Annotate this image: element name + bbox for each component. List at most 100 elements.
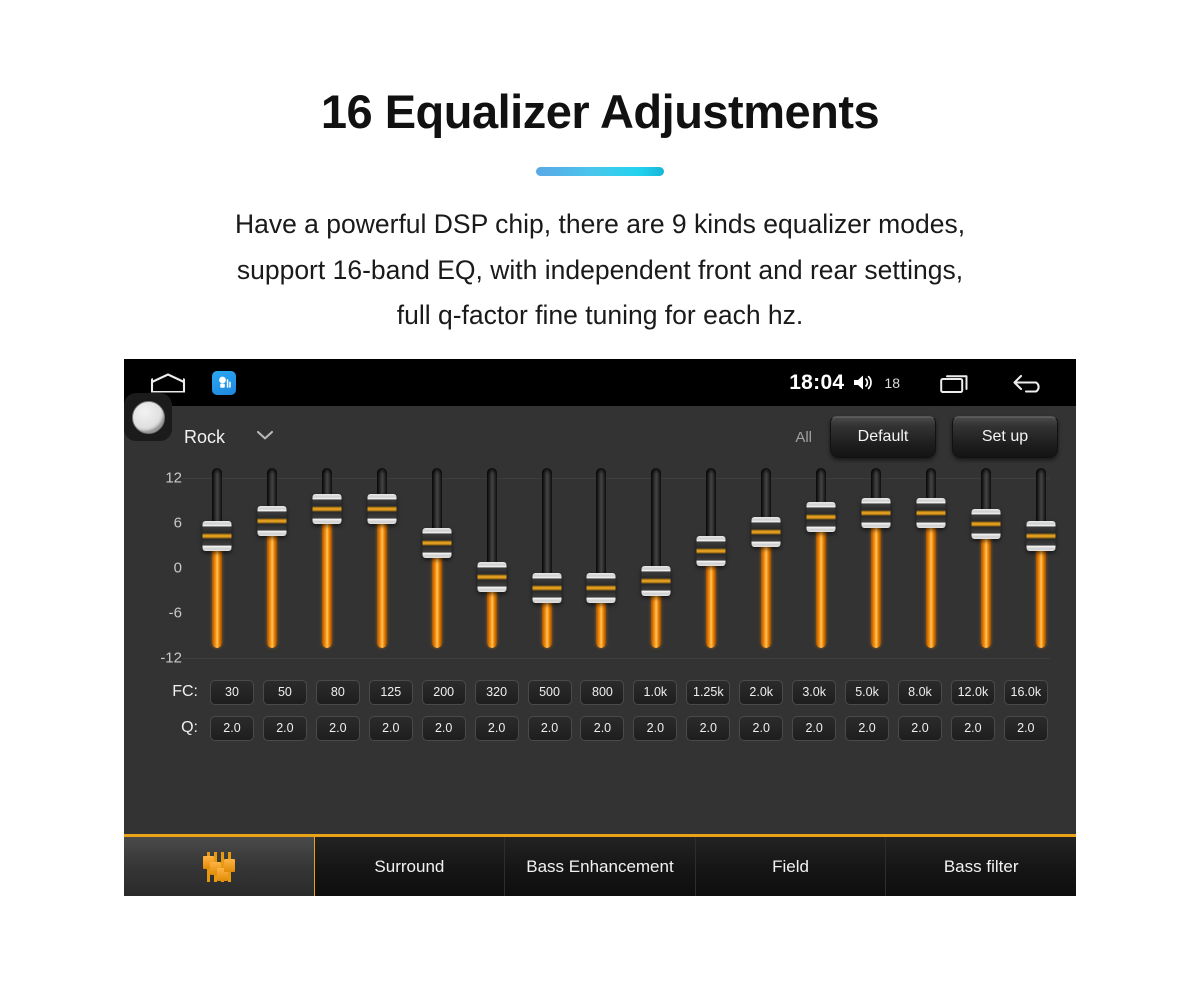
fc-chip[interactable]: 200 [421,679,466,705]
slider-thumb[interactable] [806,501,836,532]
fc-chip[interactable]: 125 [368,679,413,705]
fc-chip[interactable]: 1.0k [633,679,678,705]
tab-bass-filter[interactable]: Bass filter [886,837,1076,896]
slider-thumb[interactable] [971,509,1001,540]
band-slider-group [202,468,1056,668]
slider-thumb[interactable] [751,516,781,547]
fc-chip[interactable]: 500 [527,679,572,705]
fc-chip[interactable]: 3.0k [792,679,837,705]
slider-thumb[interactable] [312,494,342,525]
band-slider[interactable] [1026,468,1056,648]
slider-thumb[interactable] [532,573,562,603]
slider-thumb[interactable] [641,565,671,596]
band-slider[interactable] [257,468,287,648]
page-title: 16 Equalizer Adjustments [320,85,880,138]
slider-thumb[interactable] [422,528,452,558]
q-chip[interactable]: 2.0 [262,715,307,741]
slider-fill [1035,535,1046,648]
volume-icon[interactable] [852,373,875,392]
tab-equalizer[interactable] [124,837,315,896]
q-chip[interactable]: 2.0 [210,715,254,741]
q-chip[interactable]: 2.0 [792,715,837,741]
tab-field[interactable]: Field [695,837,887,896]
q-chip[interactable]: 2.0 [421,715,466,741]
promo-description-line: full q-factor fine tuning for each hz. [396,300,804,331]
slider-fill [376,509,387,648]
slider-thumb[interactable] [477,561,507,592]
rotary-knob-icon[interactable] [124,393,172,441]
tab-label: Bass Enhancement [526,856,674,876]
band-slider[interactable] [751,468,781,648]
fc-chip[interactable]: 30 [210,679,254,705]
q-chip[interactable]: 2.0 [633,715,678,741]
fc-chip-list: 30 50 80 125 200 320 500 800 1.0k 1.25k 2.0k 3.0k 5.… [210,679,1048,705]
q-chip[interactable]: 2.0 [739,715,784,741]
q-chip[interactable]: 2.0 [474,715,519,741]
band-slider[interactable] [641,468,671,648]
slider-thumb[interactable] [1026,520,1056,551]
q-chip[interactable]: 2.0 [686,715,731,741]
all-label[interactable]: All [795,429,812,446]
slider-thumb[interactable] [257,505,287,536]
q-chip[interactable]: 2.0 [527,715,572,741]
band-slider[interactable] [586,468,616,648]
fc-chip[interactable]: 12.0k [950,679,995,705]
slider-thumb[interactable] [861,498,891,528]
preset-toolbar: Rock All Default Set up [124,393,1076,468]
app-icon[interactable] [212,370,236,395]
q-chip[interactable]: 2.0 [950,715,995,741]
fc-chip[interactable]: 5.0k [845,679,890,705]
fc-chip[interactable]: 2.0k [739,679,784,705]
accent-divider [536,167,664,176]
band-slider[interactable] [916,468,946,648]
preset-name[interactable]: Rock [184,427,225,448]
slider-thumb[interactable] [916,498,946,528]
band-slider[interactable] [477,468,507,648]
home-icon[interactable] [150,372,186,393]
y-axis-tick: 0 [173,559,182,577]
q-chip[interactable]: 2.0 [897,715,942,741]
q-chip[interactable]: 2.0 [1003,715,1048,741]
volume-level: 18 [884,374,900,391]
band-slider[interactable] [367,468,397,648]
slider-fill [925,513,936,648]
equalizer-icon [202,851,235,882]
fc-chip[interactable]: 80 [315,679,360,705]
fc-chip[interactable]: 320 [474,679,519,705]
band-slider[interactable] [971,468,1001,648]
default-button[interactable]: Default [830,416,936,458]
band-slider[interactable] [312,468,342,648]
slider-thumb[interactable] [367,494,397,525]
fc-chip[interactable]: 1.25k [686,679,731,705]
q-chip[interactable]: 2.0 [845,715,890,741]
band-slider[interactable] [422,468,452,648]
fc-chip[interactable]: 800 [580,679,625,705]
tab-surround[interactable]: Surround [314,837,506,896]
fc-chip[interactable]: 16.0k [1003,679,1048,705]
slider-fill [761,531,772,648]
y-axis-tick: 6 [173,514,182,532]
tab-label: Surround [374,856,445,876]
fc-chip[interactable]: 50 [262,679,307,705]
y-axis-tick: -6 [168,604,182,622]
q-chip[interactable]: 2.0 [580,715,625,741]
band-slider[interactable] [696,468,726,648]
recents-icon[interactable] [940,372,972,394]
slider-fill [871,513,882,648]
slider-thumb[interactable] [586,573,616,603]
band-slider[interactable] [806,468,836,648]
fc-chip[interactable]: 8.0k [897,679,942,705]
slider-fill [321,509,332,648]
setup-button[interactable]: Set up [952,416,1058,458]
back-arrow-icon[interactable] [1012,372,1046,394]
band-slider[interactable] [861,468,891,648]
q-chip[interactable]: 2.0 [368,715,413,741]
slider-thumb[interactable] [202,520,232,551]
band-slider[interactable] [532,468,562,648]
chevron-down-icon[interactable] [255,428,275,446]
q-chip[interactable]: 2.0 [315,715,360,741]
tab-bass-enhancement[interactable]: Bass Enhancement [505,837,696,896]
fc-row: FC: 30 50 80 125 200 320 500 800 1.0k 1.25k 2.0k 3.… [152,674,1048,710]
band-slider[interactable] [202,468,232,648]
slider-thumb[interactable] [696,535,726,566]
